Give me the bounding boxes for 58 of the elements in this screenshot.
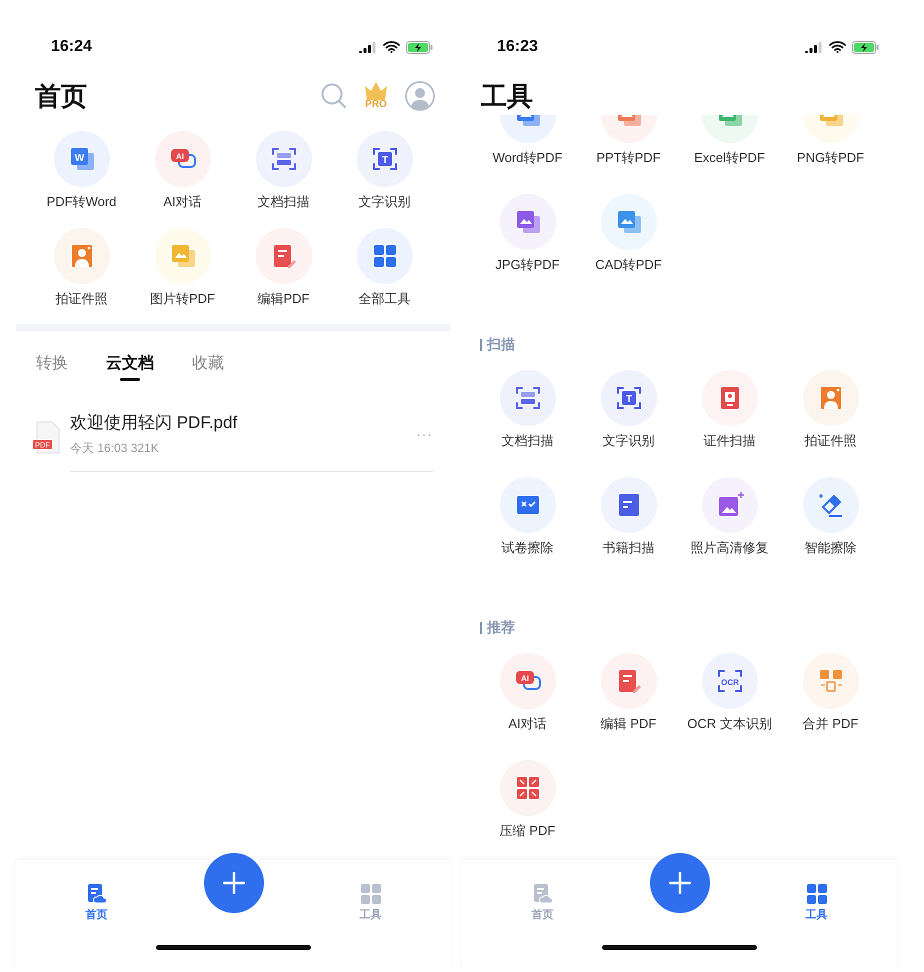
scan-frame-icon — [270, 145, 298, 173]
document-cloud-icon — [532, 884, 552, 904]
tool-button[interactable]: 编辑 PDF — [578, 653, 679, 733]
nav-tab[interactable]: 工具 — [806, 884, 828, 924]
tool-button[interactable]: 压缩 PDF — [477, 760, 578, 840]
tool-button[interactable]: 试卷擦除 — [477, 477, 578, 557]
status-time: 16:24 — [51, 38, 92, 56]
tool-button[interactable]: PPT转PDF — [578, 115, 679, 167]
tool-button[interactable]: JPG转PDF — [477, 194, 578, 274]
page-title: 首页 — [35, 80, 87, 112]
page-title: 工具 — [481, 80, 533, 112]
tool-button[interactable]: 图片转PDF — [132, 228, 233, 308]
tab[interactable]: 收藏 — [192, 353, 224, 383]
tool-button[interactable]: 照片高清修复 — [679, 477, 780, 557]
tool-button[interactable]: Word转PDF — [477, 115, 578, 167]
wifi-icon — [829, 41, 846, 53]
tool-button[interactable]: AI AI对话 — [132, 131, 233, 211]
search-icon — [321, 83, 347, 109]
tool-button[interactable]: 证件扫描 — [679, 370, 780, 450]
tool-button[interactable]: 文档扫描 — [233, 131, 334, 211]
file-name[interactable]: 欢迎使用轻闪 PDF.pdf — [70, 411, 416, 434]
plus-icon — [668, 872, 690, 894]
four-squares-icon — [806, 884, 826, 904]
tool-button[interactable]: T 文字识别 — [334, 131, 435, 211]
tool-button[interactable]: 拍证件照 — [31, 228, 132, 308]
tool-button[interactable]: PNG转PDF — [780, 115, 881, 167]
battery-charging-icon — [852, 40, 879, 54]
crown-icon — [363, 80, 389, 100]
section-title: 扫描 — [487, 336, 515, 354]
tool-button[interactable]: T 文字识别 — [578, 370, 679, 450]
tool-button[interactable]: 拍证件照 — [780, 370, 881, 450]
section-title: 推荐 — [487, 619, 515, 637]
tool-button[interactable]: AI AI对话 — [477, 653, 578, 733]
signal-icon — [359, 41, 377, 53]
tool-button[interactable]: 书籍扫描 — [578, 477, 679, 557]
tool-button[interactable]: 全部工具 — [334, 228, 435, 308]
scan-frame-icon — [514, 384, 542, 412]
avatar-icon — [405, 81, 435, 111]
signal-icon — [805, 41, 823, 53]
document-cloud-icon — [86, 884, 106, 904]
plus-icon — [222, 872, 244, 894]
tool-button[interactable]: 文档扫描 — [477, 370, 578, 450]
tool-button[interactable]: Excel转PDF — [679, 115, 780, 167]
tool-button[interactable]: 合并 PDF — [780, 653, 881, 733]
eraser-icon — [816, 491, 844, 519]
four-squares-icon — [360, 884, 380, 904]
wifi-icon — [383, 41, 400, 53]
tool-button[interactable]: CAD转PDF — [578, 194, 679, 274]
file-meta: 今天 16:03 321K — [70, 440, 160, 457]
tab[interactable]: 转换 — [36, 353, 68, 383]
nav-tab[interactable]: 首页 — [86, 884, 108, 924]
status-time: 16:23 — [497, 38, 538, 56]
tool-button[interactable]: 编辑PDF — [233, 228, 334, 308]
tool-button[interactable]: OCR OCR 文本识别 — [679, 653, 780, 733]
tab[interactable]: 云文档 — [106, 353, 154, 383]
tool-button[interactable]: W PDF转Word — [31, 131, 132, 211]
tool-button[interactable]: 智能擦除 — [780, 477, 881, 557]
battery-charging-icon — [406, 40, 433, 54]
